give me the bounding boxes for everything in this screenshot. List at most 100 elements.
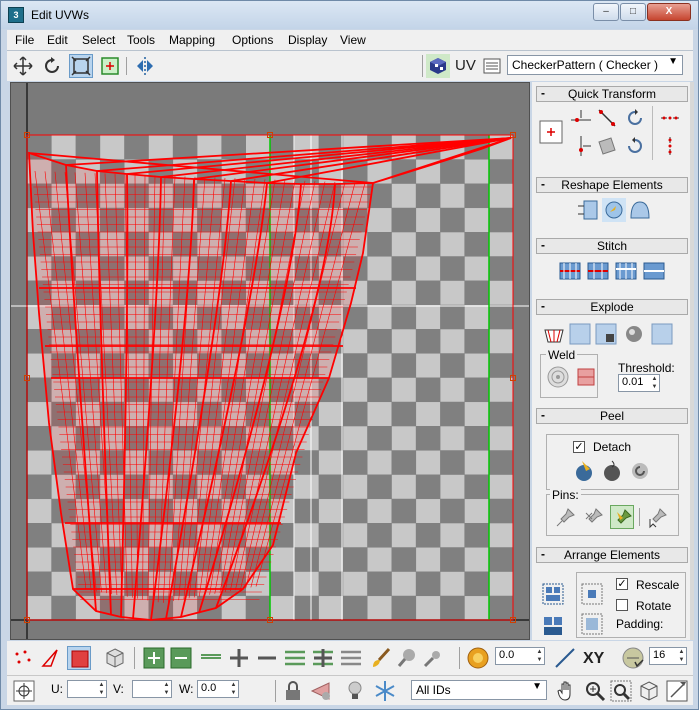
texture-dropdown[interactable]: CheckerPattern ( Checker ) ▼ xyxy=(507,55,683,75)
reset-peel-button[interactable] xyxy=(628,459,652,483)
menu-select[interactable]: Select xyxy=(82,33,115,47)
lock-selection-button[interactable] xyxy=(281,679,305,703)
spinner-arrows-icon[interactable]: ▲ ▼ xyxy=(650,375,659,391)
explode-by-smoothing-button[interactable] xyxy=(650,322,674,346)
threshold-spinner[interactable]: 0.01 ▲ ▼ xyxy=(618,374,660,392)
stitch-to-source-button[interactable] xyxy=(614,259,638,283)
select-pins-button[interactable] xyxy=(646,505,670,529)
pack-normalize-button[interactable] xyxy=(541,582,565,606)
edge-mode-button[interactable] xyxy=(39,646,63,670)
align-vertical-button[interactable] xyxy=(569,134,593,158)
detach-edge-button[interactable] xyxy=(594,322,618,346)
pin-selected-button[interactable] xyxy=(554,505,578,529)
grow-selection-button[interactable] xyxy=(142,646,166,670)
menu-mapping[interactable]: Mapping xyxy=(169,33,215,47)
w-spinner[interactable]: 0.0 ▲ ▼ xyxy=(197,680,239,698)
hide-button[interactable] xyxy=(309,679,333,703)
menu-file[interactable]: File xyxy=(15,33,34,47)
weld-selected-button[interactable] xyxy=(574,365,598,389)
spinner-arrows-icon[interactable]: ▲ ▼ xyxy=(535,648,544,664)
scale-tool-button[interactable] xyxy=(69,54,93,78)
zoom-selected-button[interactable] xyxy=(665,679,689,703)
limit-edges-button[interactable] xyxy=(553,646,577,670)
auto-pin-button[interactable] xyxy=(610,505,634,529)
xy-axis-label[interactable]: XY xyxy=(583,650,604,668)
space-button[interactable] xyxy=(595,134,619,158)
mirror-tool-button[interactable] xyxy=(133,54,157,78)
shrink-selection-button[interactable] xyxy=(169,646,193,670)
zoom-button[interactable] xyxy=(583,679,607,703)
grid-size-spinner[interactable]: 16 ▲ ▼ xyxy=(649,647,687,665)
rotate-plus-90-button[interactable] xyxy=(623,134,647,158)
ring-button[interactable] xyxy=(283,646,307,670)
freeform-tool-button[interactable] xyxy=(98,54,122,78)
rotate-checkbox[interactable] xyxy=(616,599,628,611)
align-horizontal-button[interactable] xyxy=(569,106,593,130)
relax-until-flat-button[interactable] xyxy=(628,198,652,222)
panel-scrollbar[interactable] xyxy=(690,82,694,640)
uv-canvas[interactable] xyxy=(11,83,529,639)
vertex-mode-button[interactable] xyxy=(11,646,35,670)
shrink-loop-button[interactable] xyxy=(255,646,279,670)
shrink-ring-button[interactable] xyxy=(339,646,363,670)
peel-rollout-header[interactable]: - Peel xyxy=(536,408,688,424)
element-mode-button[interactable] xyxy=(103,646,127,670)
menu-edit[interactable]: Edit xyxy=(47,33,68,47)
stitch-to-average-button[interactable] xyxy=(586,259,610,283)
stitch-to-target-button[interactable] xyxy=(558,259,582,283)
space-vertical-button[interactable] xyxy=(658,134,682,158)
menu-tools[interactable]: Tools xyxy=(127,33,155,47)
paint-select-button[interactable] xyxy=(369,646,393,670)
soft-selection-spinner[interactable]: 0.0 ▲ ▼ xyxy=(495,647,545,665)
weld-to-sphere-button[interactable] xyxy=(622,322,646,346)
arrange-rollout-header[interactable]: - Arrange Elements xyxy=(536,547,688,563)
rotate-tool-button[interactable] xyxy=(40,54,64,78)
grow-loop-button[interactable] xyxy=(227,646,251,670)
minimize-button[interactable]: – xyxy=(593,3,619,21)
unpin-selected-button[interactable] xyxy=(582,505,606,529)
space-horizontal-button[interactable] xyxy=(658,106,682,130)
break-button[interactable] xyxy=(568,322,592,346)
grow-ring-button[interactable] xyxy=(311,646,335,670)
enlarge-brush-button[interactable] xyxy=(395,646,419,670)
polygon-mode-button[interactable] xyxy=(67,646,91,670)
weld-target-button[interactable] xyxy=(546,365,570,389)
move-tool-button[interactable] xyxy=(11,54,35,78)
material-ids-dropdown[interactable]: All IDs ▼ xyxy=(411,680,547,700)
spinner-arrows-icon[interactable]: ▲ ▼ xyxy=(97,681,106,697)
v-spinner[interactable]: ▲ ▼ xyxy=(132,680,172,698)
snap-toggle-button[interactable] xyxy=(621,646,645,670)
uv-editor-viewport[interactable] xyxy=(10,82,530,640)
shrink-brush-button[interactable] xyxy=(421,646,445,670)
explode-rollout-header[interactable]: - Explode xyxy=(536,299,688,315)
set-pivot-button[interactable] xyxy=(539,120,563,144)
absolute-offset-toggle[interactable] xyxy=(12,679,36,703)
menu-display[interactable]: Display xyxy=(288,33,327,47)
spinner-arrows-icon[interactable]: ▲ ▼ xyxy=(229,681,238,697)
align-linear-button[interactable] xyxy=(595,106,619,130)
u-spinner[interactable]: ▲ ▼ xyxy=(67,680,107,698)
filter-selected-button[interactable] xyxy=(373,679,397,703)
close-button[interactable]: X xyxy=(647,3,691,21)
pan-button[interactable] xyxy=(555,679,579,703)
reshape-rollout-header[interactable]: - Reshape Elements xyxy=(536,177,688,193)
freeze-button[interactable] xyxy=(343,679,367,703)
relax-button[interactable] xyxy=(602,198,626,222)
loop-button[interactable] xyxy=(199,646,223,670)
explode-to-elements-button[interactable] xyxy=(542,322,566,346)
detach-checkbox[interactable]: ✓ xyxy=(573,441,585,453)
stitch-custom-button[interactable] xyxy=(642,259,666,283)
uv-options-button[interactable] xyxy=(480,54,504,78)
group-together-button[interactable] xyxy=(580,612,604,636)
zoom-region-button[interactable] xyxy=(609,679,633,703)
menu-view[interactable]: View xyxy=(340,33,366,47)
quick-peel-button[interactable] xyxy=(572,459,596,483)
menu-options[interactable]: Options xyxy=(232,33,273,47)
rotate-minus-90-button[interactable] xyxy=(623,106,647,130)
peel-mode-button[interactable] xyxy=(600,459,624,483)
show-map-button[interactable] xyxy=(426,54,450,78)
spinner-arrows-icon[interactable]: ▲ ▼ xyxy=(677,648,686,664)
rescale-checkbox[interactable]: ✓ xyxy=(616,578,628,590)
spinner-arrows-icon[interactable]: ▲ ▼ xyxy=(162,681,171,697)
soft-selection-button[interactable] xyxy=(466,646,490,670)
